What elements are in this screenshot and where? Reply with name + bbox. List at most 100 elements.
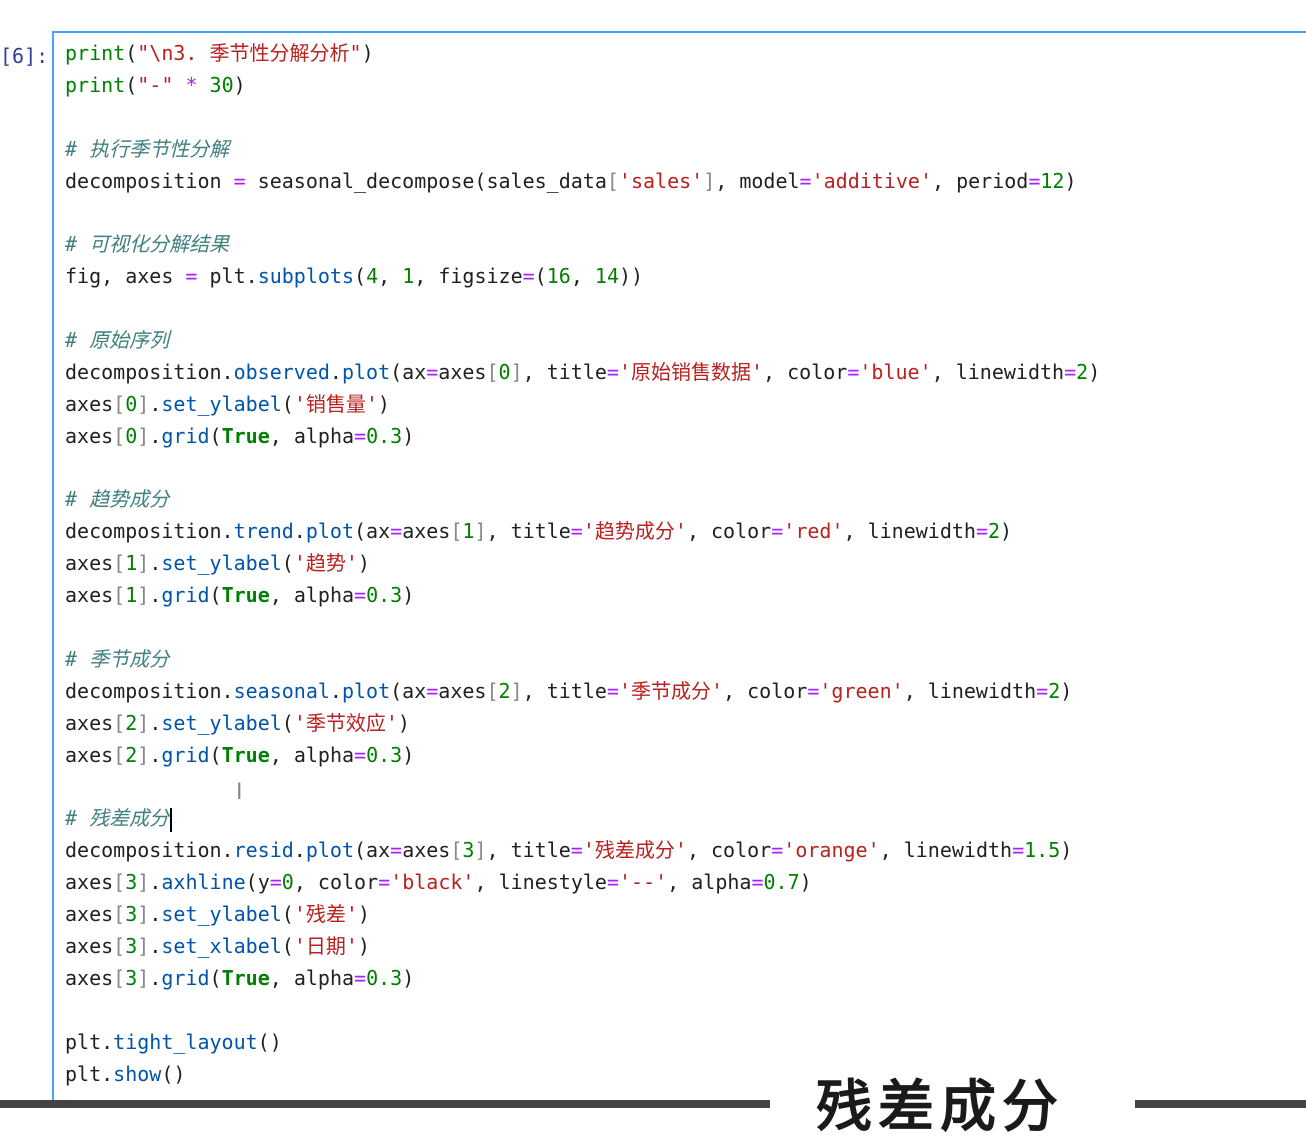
code-token: [ (450, 519, 463, 544)
code-token: 2 (125, 710, 138, 735)
code-token: , linewidth (843, 519, 976, 544)
code-token: ) (1060, 838, 1073, 863)
code-token: = (354, 742, 367, 767)
code-token: = (771, 838, 784, 863)
code-token: # 季节成分 (65, 646, 170, 671)
code-line[interactable] (65, 453, 1100, 485)
code-token: set_ylabel (161, 710, 282, 735)
code-token: axes (65, 710, 114, 735)
code-line[interactable] (65, 102, 1100, 134)
code-token: axes (65, 870, 114, 895)
code-token: [ (113, 870, 126, 895)
code-token: ] (137, 551, 150, 576)
code-token: ( (354, 264, 367, 289)
code-token: fig, axes (65, 264, 186, 289)
code-line[interactable]: axes[2].set_ylabel('季节效应') (65, 708, 1100, 740)
code-token: ) (1060, 678, 1073, 703)
code-token: , period (932, 168, 1029, 193)
text-cursor-icon: I (236, 780, 243, 805)
code-token: = (570, 838, 583, 863)
code-line[interactable]: decomposition = seasonal_decompose(sales… (65, 166, 1100, 198)
code-token: plt. (65, 1029, 114, 1054)
code-line[interactable]: axes[3].set_ylabel('残差') (65, 899, 1100, 931)
code-line[interactable]: axes[3].axhline(y=0, color='black', line… (65, 867, 1100, 899)
code-token: 12 (1040, 168, 1065, 193)
code-token: 2 (988, 519, 1001, 544)
code-line[interactable]: decomposition.seasonal.plot(ax=axes[2], … (65, 676, 1100, 708)
code-line[interactable]: print("\n3. 季节性分解分析") (65, 38, 1100, 70)
code-line[interactable]: axes[3].set_xlabel('日期') (65, 931, 1100, 963)
code-token: set_xlabel (161, 933, 282, 958)
code-line[interactable] (65, 995, 1100, 1027)
code-token: , model (715, 168, 800, 193)
code-line[interactable]: decomposition.trend.plot(ax=axes[1], tit… (65, 516, 1100, 548)
code-token: [ (113, 583, 126, 608)
code-line[interactable]: decomposition.resid.plot(ax=axes[3], tit… (65, 835, 1100, 867)
code-token: . (149, 742, 162, 767)
code-token: = (426, 359, 439, 384)
code-token: axes (402, 838, 451, 863)
code-line[interactable] (65, 293, 1100, 325)
code-cell[interactable]: print("\n3. 季节性分解分析") print("-" * 30) # 执… (52, 31, 1306, 1108)
code-token: = (378, 870, 391, 895)
code-token: = (522, 264, 535, 289)
code-line[interactable]: # 原始序列 (65, 325, 1100, 357)
code-token: axes (65, 391, 114, 416)
code-token: . (293, 519, 306, 544)
code-token: ( (209, 583, 222, 608)
code-token: = (771, 519, 784, 544)
code-token: 1 (125, 583, 138, 608)
code-line[interactable]: axes[3].grid(True, alpha=0.3) (65, 963, 1100, 995)
code-token: [ (450, 838, 463, 863)
code-line[interactable]: axes[0].set_ylabel('销售量') (65, 389, 1100, 421)
code-token: set_ylabel (161, 391, 282, 416)
code-token: ( (281, 551, 294, 576)
code-line[interactable]: decomposition.observed.plot(ax=axes[0], … (65, 357, 1100, 389)
code-line[interactable]: axes[1].set_ylabel('趋势') (65, 548, 1100, 580)
code-token: 30 (209, 72, 234, 97)
code-token: decomposition. (65, 519, 234, 544)
code-line[interactable]: # 季节成分 (65, 644, 1100, 676)
code-token: '--' (618, 870, 668, 895)
code-line[interactable]: print("-" * 30) (65, 70, 1100, 102)
code-token: . (293, 838, 306, 863)
code-line[interactable] (65, 197, 1100, 229)
code-token: 0.3 (366, 583, 403, 608)
code-line[interactable]: # 执行季节性分解 (65, 134, 1100, 166)
code-token: = (390, 519, 403, 544)
code-line[interactable] (65, 771, 1100, 803)
code-line[interactable]: # 趋势成分 (65, 484, 1100, 516)
code-line[interactable]: axes[1].grid(True, alpha=0.3) (65, 580, 1100, 612)
code-token: decomposition. (65, 838, 234, 863)
code-token: = (1028, 168, 1041, 193)
code-line[interactable] (65, 612, 1100, 644)
code-token: , (570, 264, 595, 289)
code-token: ] (703, 168, 716, 193)
code-token: print (65, 41, 126, 65)
code-token: 1 (402, 264, 415, 289)
code-line[interactable]: fig, axes = plt.subplots(4, 1, figsize=(… (65, 261, 1100, 293)
code-token: '日期' (293, 933, 358, 958)
code-token: . (149, 391, 162, 416)
code-line[interactable]: plt.tight_layout() (65, 1027, 1100, 1059)
code-token: 16 (546, 264, 571, 289)
code-token: (ax (390, 678, 427, 703)
code-token: decomposition. (65, 359, 234, 384)
caret (170, 807, 173, 832)
code-line[interactable]: # 可视化分解结果 (65, 229, 1100, 261)
code-token: # 原始序列 (65, 328, 170, 353)
code-token: ] (474, 838, 487, 863)
code-token: 0.3 (366, 742, 403, 767)
code-token: , linestyle (474, 870, 607, 895)
code-token: = (807, 678, 820, 703)
code-token: , color (686, 838, 772, 863)
code-token: , linewidth (931, 359, 1065, 384)
code-line[interactable]: axes[0].grid(True, alpha=0.3) (65, 421, 1100, 453)
code-token: plot (305, 838, 355, 863)
code-token: axes (402, 519, 451, 544)
code-line[interactable]: axes[2].grid(True, alpha=0.3) (65, 740, 1100, 772)
code-token: . (329, 678, 342, 703)
code-line[interactable]: # 残差成分 (65, 803, 1100, 835)
code-editor[interactable]: print("\n3. 季节性分解分析") print("-" * 30) # 执… (65, 38, 1100, 1090)
